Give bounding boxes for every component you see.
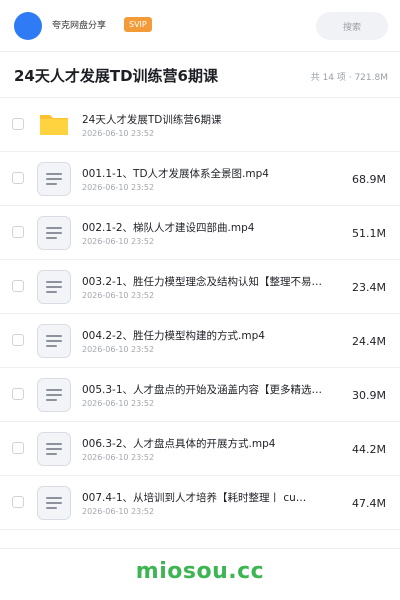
file-row[interactable]: 004.2-2、胜任力模型构建的方式.mp4 2026-06-10 23:52 24…: [0, 314, 400, 368]
file-name: 004.2-2、胜任力模型构建的方式.mp4: [82, 330, 265, 342]
document-icon: [37, 378, 71, 412]
file-date: 2026-06-10 23:52: [82, 129, 155, 138]
document-icon: [37, 162, 71, 196]
row-checkbox[interactable]: [12, 442, 24, 454]
row-checkbox[interactable]: [12, 118, 24, 130]
file-name: 001.1-1、TD人才发展体系全景图.mp4: [82, 168, 269, 180]
document-icon: [37, 486, 71, 520]
file-date: 2026-06-10 23:52: [82, 291, 155, 300]
file-row[interactable]: 003.2-1、胜任力模型理念及结构认知【整理不易… 2026-06-10 23:…: [0, 260, 400, 314]
file-name: 007.4-1、从培训到人才培养【耗时整理丨 cu…: [82, 492, 307, 504]
file-date: 2026-06-10 23:52: [82, 345, 155, 354]
file-row[interactable]: 007.4-1、从培训到人才培养【耗时整理丨 cu… 2026-06-10 23:…: [0, 476, 400, 530]
row-checkbox[interactable]: [12, 226, 24, 238]
row-checkbox[interactable]: [12, 172, 24, 184]
item-summary: 共 14 项 · 721.8M: [310, 73, 388, 83]
file-list: 24天人才发展TD训练营6期课 2026-06-10 23:52 001.1-1、T…: [0, 98, 400, 530]
file-row[interactable]: 005.3-1、人才盘点的开始及涵盖内容【更多精选… 2026-06-10 23:…: [0, 368, 400, 422]
search-placeholder: 搜索: [342, 22, 361, 33]
row-checkbox[interactable]: [12, 280, 24, 292]
search-input[interactable]: 搜索: [316, 12, 388, 40]
folder-icon: [37, 107, 71, 141]
folder-row[interactable]: 24天人才发展TD训练营6期课 2026-06-10 23:52: [0, 98, 400, 152]
document-icon: [37, 324, 71, 358]
avatar[interactable]: [14, 12, 42, 40]
row-checkbox[interactable]: [12, 496, 24, 508]
file-row[interactable]: 006.3-2、人才盘点具体的开展方式.mp4 2026-06-10 23:52 4…: [0, 422, 400, 476]
file-size: 24.4M: [352, 335, 386, 348]
row-checkbox[interactable]: [12, 334, 24, 346]
file-size: 44.2M: [352, 443, 386, 456]
svip-badge: SVIP: [124, 17, 152, 32]
file-row[interactable]: 002.1-2、梯队人才建设四部曲.mp4 2026-06-10 23:52 51.…: [0, 206, 400, 260]
file-size: 30.9M: [352, 389, 386, 402]
file-name: 24天人才发展TD训练营6期课: [82, 114, 222, 126]
page-title: 24天人才发展TD训练营6期课: [14, 67, 218, 85]
user-name: 夸克网盘分享: [52, 21, 107, 31]
file-name: 002.1-2、梯队人才建设四部曲.mp4: [82, 222, 255, 234]
file-name: 005.3-1、人才盘点的开始及涵盖内容【更多精选…: [82, 384, 323, 396]
document-icon: [37, 270, 71, 304]
file-size: 68.9M: [352, 173, 386, 186]
file-size: 51.1M: [352, 227, 386, 240]
file-name: 006.3-2、人才盘点具体的开展方式.mp4: [82, 438, 276, 450]
top-header: 夸克网盘分享 SVIP 搜索: [0, 0, 400, 52]
document-icon: [37, 216, 71, 250]
file-row[interactable]: 001.1-1、TD人才发展体系全景图.mp4 2026-06-10 23:52 6…: [0, 152, 400, 206]
document-icon: [37, 432, 71, 466]
file-date: 2026-06-10 23:52: [82, 183, 155, 192]
file-date: 2026-06-10 23:52: [82, 399, 155, 408]
file-date: 2026-06-10 23:52: [82, 453, 155, 462]
file-size: 23.4M: [352, 281, 386, 294]
title-bar: 24天人才发展TD训练营6期课 共 14 项 · 721.8M: [0, 52, 400, 98]
footer: miosou.cc: [0, 548, 400, 600]
file-date: 2026-06-10 23:52: [82, 507, 155, 516]
file-name: 003.2-1、胜任力模型理念及结构认知【整理不易…: [82, 276, 323, 288]
watermark: miosou.cc: [135, 559, 265, 584]
file-size: 47.4M: [352, 497, 386, 510]
row-checkbox[interactable]: [12, 388, 24, 400]
file-date: 2026-06-10 23:52: [82, 237, 155, 246]
